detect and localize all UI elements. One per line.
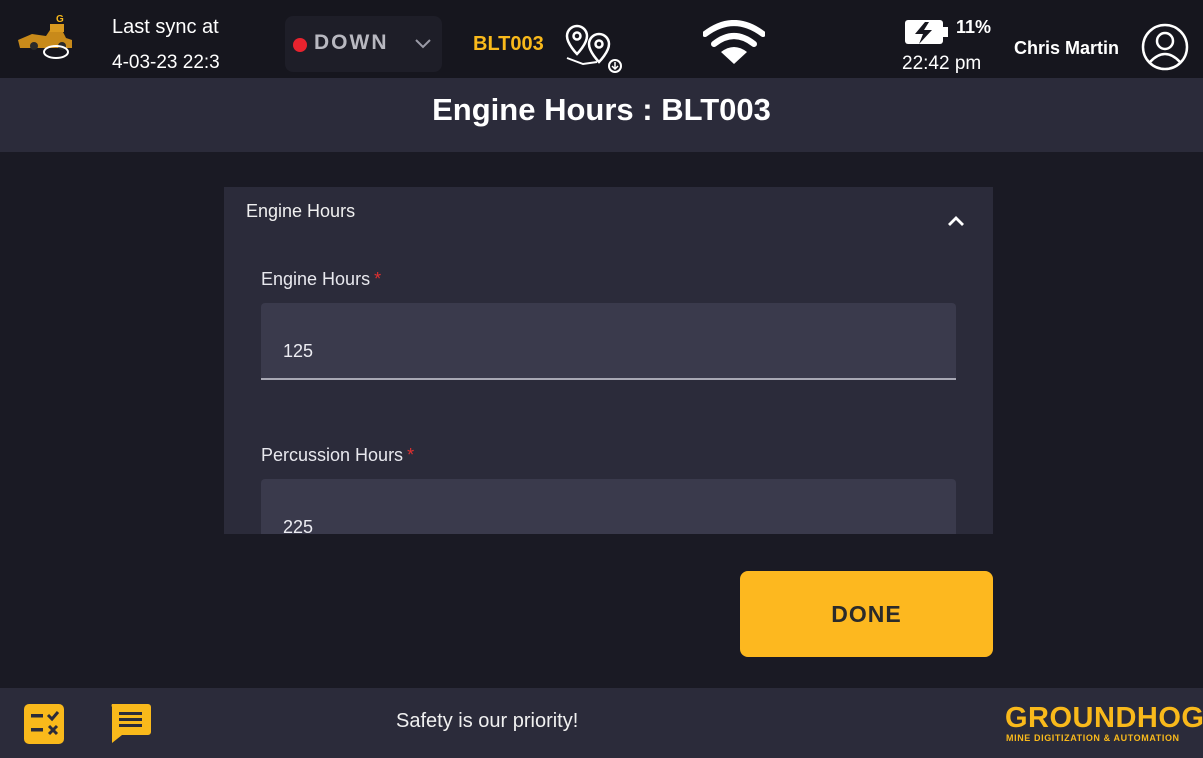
brand-tagline: MINE DIGITIZATION & AUTOMATION <box>1006 733 1180 743</box>
percussion-hours-value: 225 <box>283 517 314 534</box>
battery-percent: 11% <box>956 17 992 37</box>
route-pins-icon[interactable] <box>563 22 625 74</box>
page-title: Engine Hours : BLT003 <box>432 92 771 127</box>
required-marker: * <box>407 445 415 465</box>
required-marker: * <box>374 269 382 289</box>
status-value: DOWN <box>314 31 389 54</box>
percussion-hours-input[interactable]: 225 <box>261 479 956 534</box>
last-sync-label: Last sync at <box>112 16 219 38</box>
user-avatar-icon[interactable] <box>1140 22 1190 72</box>
battery-charging-icon <box>905 20 948 44</box>
status-dot-icon <box>293 38 307 52</box>
svg-text:G: G <box>56 14 64 25</box>
user-name: Chris Martin <box>1014 38 1120 58</box>
asset-id: BLT003 <box>473 33 544 55</box>
engine-hours-value: 125 <box>283 341 314 361</box>
panel-title: Engine Hours <box>246 201 356 221</box>
chevron-down-icon <box>415 39 431 49</box>
logo-icon: G <box>18 14 72 59</box>
engine-hours-panel: Engine Hours Engine Hours * 125 Percussio… <box>224 187 993 534</box>
brand-logo-text: GROUNDHOG <box>1005 702 1203 734</box>
chevron-up-icon[interactable] <box>944 211 968 231</box>
machine-status-select[interactable]: DOWN <box>285 16 442 72</box>
task-checklist-icon[interactable] <box>24 704 64 744</box>
engine-hours-input[interactable]: 125 <box>261 303 956 380</box>
ticker-message: Safety is our priority! <box>396 710 579 732</box>
wifi-icon <box>703 20 765 64</box>
engine-hours-label: Engine Hours * <box>261 269 382 289</box>
clock-time: 22:42 pm <box>902 53 982 74</box>
chat-message-icon[interactable] <box>108 702 152 744</box>
percussion-hours-label: Percussion Hours * <box>261 445 415 465</box>
last-sync-time: 4-03-23 22:3 <box>112 52 220 73</box>
done-button[interactable]: DONE <box>740 571 993 657</box>
